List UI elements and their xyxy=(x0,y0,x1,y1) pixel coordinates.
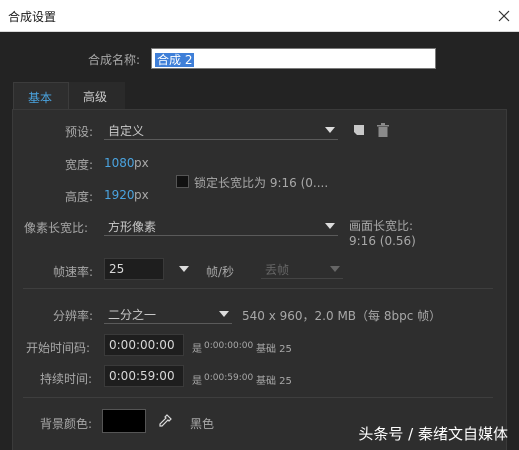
duration-base: 基础 25 xyxy=(256,376,292,387)
separator xyxy=(23,288,493,289)
background-color-name: 黑色 xyxy=(190,417,215,431)
background-color-label: 背景颜色: xyxy=(40,417,93,431)
frame-rate-label: 帧速率: xyxy=(53,265,94,279)
pixel-aspect-label: 像素长宽比: xyxy=(24,221,89,235)
width-value[interactable]: 1080 xyxy=(104,156,135,170)
resolution-label: 分辨率: xyxy=(53,309,94,323)
preset-label: 预设: xyxy=(65,125,94,139)
preset-dropdown[interactable]: 自定义 xyxy=(104,120,338,140)
chevron-down-icon xyxy=(219,311,229,317)
duration-label: 持续时间: xyxy=(40,372,93,386)
resolution-value: 二分之一 xyxy=(108,308,157,322)
save-preset-icon xyxy=(354,125,364,135)
composition-name-row: 合成名称: 合成 2 xyxy=(0,48,519,70)
frame-aspect-value: 9:16 (0.56) xyxy=(349,234,416,248)
chevron-down-icon xyxy=(325,223,335,229)
duration-note-value: 0:00:59:00 xyxy=(204,373,254,383)
lock-aspect-label: 锁定长宽比为 9:16 (0.... xyxy=(194,176,329,190)
frame-rate-input[interactable]: 25 xyxy=(104,258,164,280)
chevron-down-icon xyxy=(325,127,335,133)
composition-name-input[interactable]: 合成 2 xyxy=(151,48,436,69)
start-timecode-base: 基础 25 xyxy=(256,344,292,355)
pixel-aspect-dropdown[interactable]: 方形像素 xyxy=(104,216,338,236)
start-timecode-label: 开始时间码: xyxy=(26,341,91,355)
resolution-info: 540 x 960，2.0 MB（每 8bpc 帧） xyxy=(242,309,442,323)
delete-preset-button[interactable] xyxy=(375,122,391,138)
start-timecode-is: 是 xyxy=(192,344,202,355)
duration-value: 0:00:59:00 xyxy=(109,369,175,383)
duration-input[interactable]: 0:00:59:00 xyxy=(104,365,184,387)
save-preset-button[interactable] xyxy=(351,122,367,138)
frame-rate-value: 25 xyxy=(109,262,125,276)
window-title: 合成设置 xyxy=(8,10,57,24)
lock-aspect-checkbox[interactable] xyxy=(176,175,189,188)
basic-settings-panel: 预设: 自定义 宽度: 1080 px 锁定长宽比为 9:16 (0.... 高… xyxy=(12,109,507,450)
close-icon xyxy=(498,10,510,22)
frame-aspect-label: 画面长宽比: xyxy=(349,219,414,233)
composition-name-label: 合成名称: xyxy=(88,53,141,67)
width-label: 宽度: xyxy=(65,158,94,172)
close-button[interactable] xyxy=(493,5,515,27)
start-timecode-note-value: 0:00:00:00 xyxy=(204,341,254,351)
eyedropper-button[interactable] xyxy=(154,410,176,432)
chevron-down-icon xyxy=(330,266,340,272)
watermark-text: 头条号 / 秦绪文自媒体 xyxy=(358,425,508,443)
separator xyxy=(23,397,493,398)
frame-rate-dropdown-button[interactable] xyxy=(174,259,194,279)
height-value[interactable]: 1920 xyxy=(104,188,135,202)
drop-frame-dropdown[interactable]: 丢帧 xyxy=(261,259,343,279)
start-timecode-input[interactable]: 0:00:00:00 xyxy=(104,334,184,356)
chevron-down-icon xyxy=(179,266,189,272)
drop-frame-value: 丢帧 xyxy=(265,263,290,277)
pixel-aspect-value: 方形像素 xyxy=(108,220,157,234)
preset-value: 自定义 xyxy=(108,124,145,138)
eyedropper-icon xyxy=(159,414,172,427)
start-timecode-value: 0:00:00:00 xyxy=(109,338,175,352)
duration-is: 是 xyxy=(192,376,202,387)
composition-name-value: 合成 2 xyxy=(155,53,195,67)
resolution-dropdown[interactable]: 二分之一 xyxy=(104,304,232,324)
frame-rate-unit: 帧/秒 xyxy=(206,265,235,279)
background-color-swatch[interactable] xyxy=(102,409,146,433)
width-unit: px xyxy=(134,156,149,170)
height-label: 高度: xyxy=(65,190,94,204)
tab-advanced[interactable]: 高级 xyxy=(69,82,125,110)
tab-basic[interactable]: 基本 xyxy=(13,82,69,110)
height-unit: px xyxy=(134,188,149,202)
trash-icon xyxy=(377,123,389,137)
title-bar: 合成设置 xyxy=(0,0,519,32)
